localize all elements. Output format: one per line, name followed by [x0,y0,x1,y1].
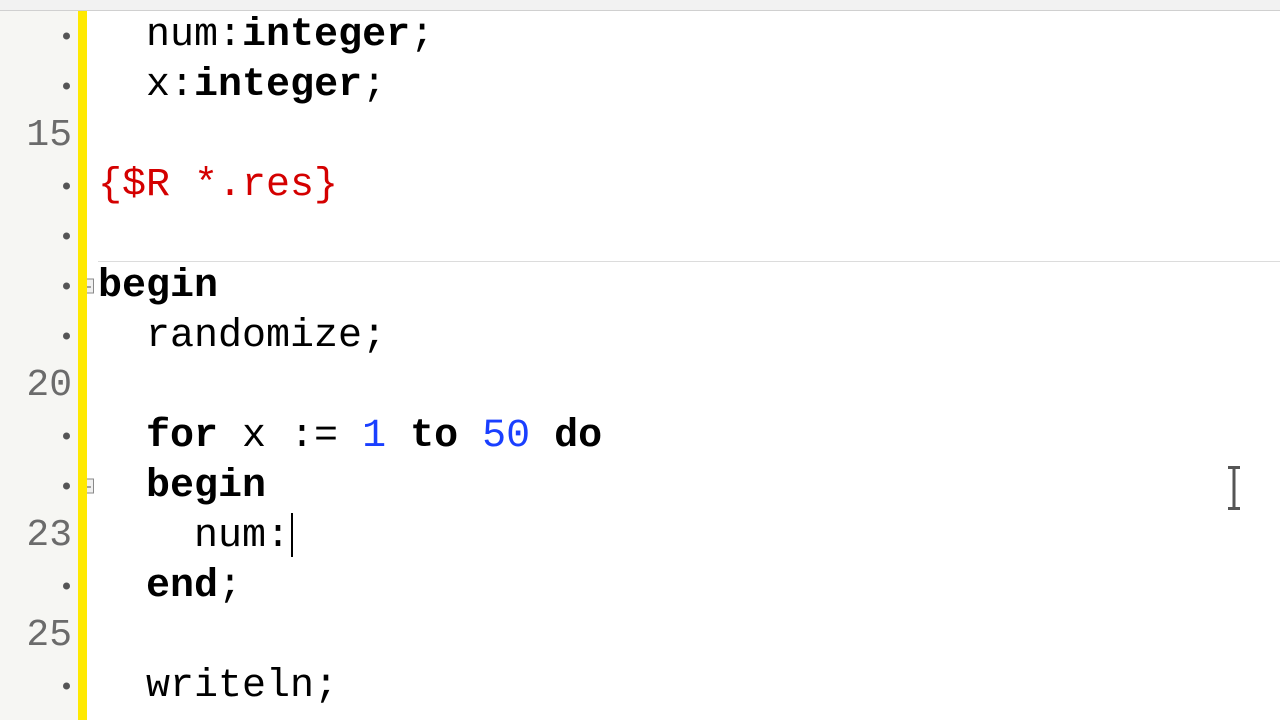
keyword-for: for [146,414,218,459]
code-line[interactable]: num: [98,512,1280,562]
number-literal: 50 [482,414,530,459]
gutter-line[interactable] [0,161,78,211]
identifier: num [194,514,266,559]
gutter-line[interactable] [0,261,78,311]
keyword-to: to [410,414,458,459]
code-editor[interactable]: 15 20 23 25 num:integer; x:integer; [0,11,1280,720]
indent [98,664,146,709]
gutter-line[interactable] [0,411,78,461]
code-line[interactable]: end; [98,562,1280,612]
keyword-begin: begin [146,464,266,509]
code-line[interactable] [98,211,1280,261]
gutter-line[interactable]: 20 [0,361,78,411]
code-line[interactable] [98,362,1280,412]
keyword-do: do [554,414,602,459]
gutter-line[interactable] [0,461,78,511]
code-line[interactable]: writeln; [98,662,1280,712]
identifier: num [146,13,218,58]
space [338,414,362,459]
text-caret [291,513,293,557]
punct: : [266,514,290,559]
space [386,414,410,459]
assign-op: := [290,414,338,459]
type-keyword: integer [194,63,362,108]
gutter-line[interactable] [0,211,78,261]
indent [98,314,146,359]
gutter-line[interactable]: 23 [0,511,78,561]
keyword-end: end [146,564,218,609]
gutter-line[interactable] [0,11,78,61]
identifier: randomize [146,314,362,359]
space [530,414,554,459]
indent [98,13,146,58]
punct: : [218,13,242,58]
punct: : [170,63,194,108]
code-line[interactable]: begin [98,462,1280,512]
code-area[interactable]: num:integer; x:integer; {$R *.res} begin… [98,11,1280,720]
code-line[interactable]: x:integer; [98,61,1280,111]
code-line[interactable]: {$R *.res} [98,161,1280,211]
gutter-line[interactable] [0,61,78,111]
code-line[interactable]: randomize; [98,312,1280,362]
punct: ; [362,63,386,108]
identifier: x [146,63,170,108]
indent [98,414,146,459]
gutter-line[interactable] [0,311,78,361]
toolbar-sliver [0,0,1280,11]
punct: ; [218,564,242,609]
indent [98,464,146,509]
identifier: writeln [146,664,314,709]
code-line[interactable] [98,111,1280,161]
gutter-line[interactable]: 15 [0,111,78,161]
space [458,414,482,459]
gutter-line[interactable] [0,661,78,711]
indent [98,63,146,108]
code-line[interactable]: num:integer; [98,11,1280,61]
line-number-gutter[interactable]: 15 20 23 25 [0,11,78,720]
punct: ; [362,314,386,359]
code-line[interactable]: begin [98,261,1280,312]
gutter-line[interactable]: 25 [0,611,78,661]
modification-bar [78,11,87,720]
keyword-begin: begin [98,264,218,309]
code-line[interactable] [98,612,1280,662]
compiler-directive: {$R *.res} [98,163,338,208]
identifier: x [218,414,290,459]
type-keyword: integer [242,13,410,58]
code-line[interactable]: for x := 1 to 50 do [98,412,1280,462]
punct: ; [410,13,434,58]
indent [98,514,194,559]
gutter-line[interactable] [0,561,78,611]
indent [98,564,146,609]
punct: ; [314,664,338,709]
number-literal: 1 [362,414,386,459]
